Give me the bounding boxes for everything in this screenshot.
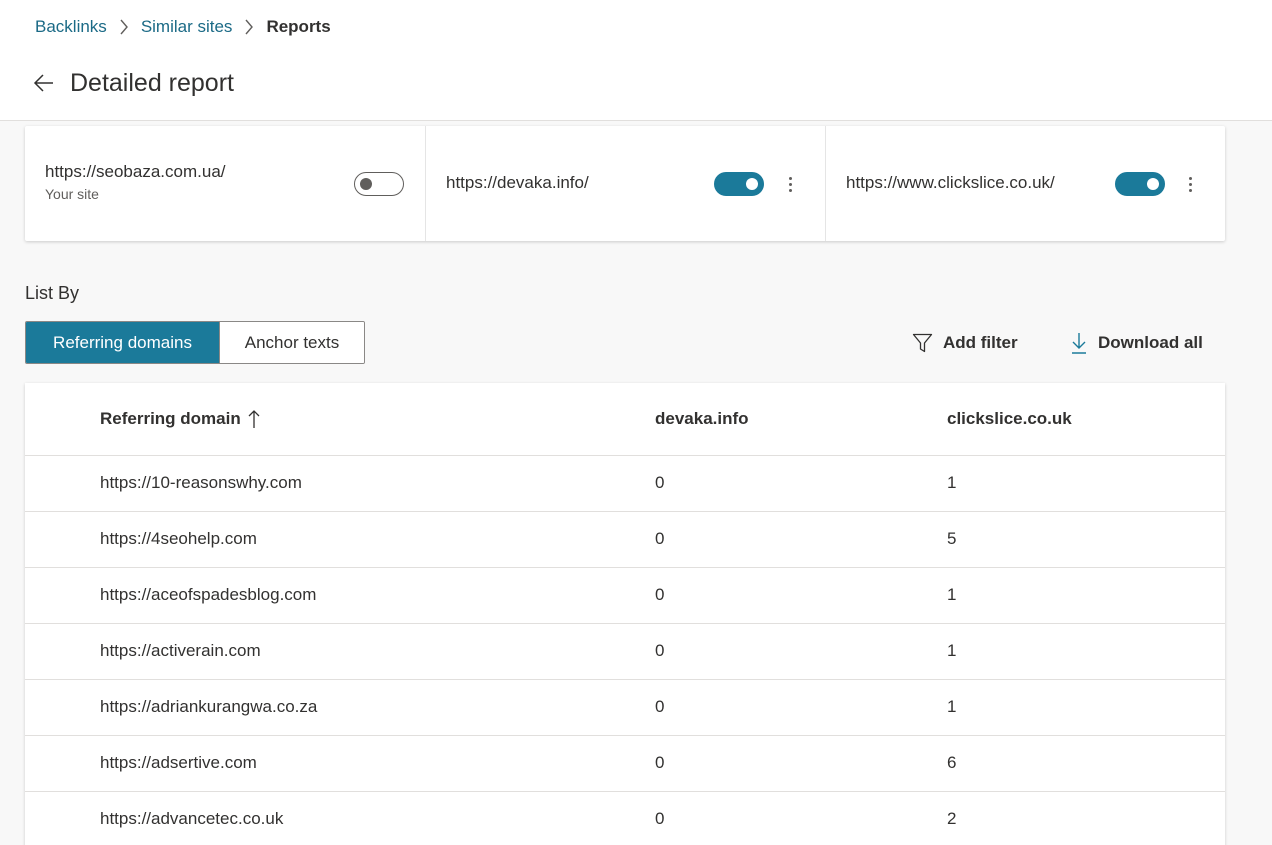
cell-referring-domain: https://activerain.com (100, 641, 261, 660)
sites-comparison-card: https://seobaza.com.ua/ Your site https:… (25, 126, 1225, 241)
site-cell-competitor-2: https://www.clickslice.co.uk/ (825, 126, 1225, 241)
more-vertical-icon[interactable] (1184, 171, 1196, 197)
add-filter-button[interactable]: Add filter (912, 330, 1018, 356)
chevron-right-icon (244, 19, 254, 35)
filter-icon (912, 333, 933, 353)
site-url: https://devaka.info/ (446, 173, 589, 192)
site-url: https://seobaza.com.ua/ (45, 162, 226, 181)
column-header-devaka[interactable]: devaka.info (655, 409, 749, 429)
table-row[interactable]: https://adriankurangwa.co.za 0 1 (25, 680, 1225, 736)
site-cell-competitor-1: https://devaka.info/ (425, 126, 825, 241)
list-by-segmented-control: Referring domains Anchor texts (25, 321, 365, 364)
cell-clickslice-count: 5 (947, 529, 957, 548)
site-toggle[interactable] (1115, 172, 1165, 196)
cell-referring-domain: https://adriankurangwa.co.za (100, 697, 318, 716)
breadcrumb-current: Reports (266, 17, 331, 36)
cell-referring-domain: https://aceofspadesblog.com (100, 585, 317, 604)
download-icon (1070, 332, 1088, 354)
site-cell-own: https://seobaza.com.ua/ Your site (25, 126, 425, 241)
more-vertical-icon[interactable] (784, 171, 796, 197)
cell-clickslice-count: 1 (947, 697, 957, 716)
table-row[interactable]: https://advancetec.co.uk 0 2 (25, 792, 1225, 845)
page-title: Detailed report (70, 68, 234, 97)
toggle-knob (360, 178, 372, 190)
table-row[interactable]: https://4seohelp.com 0 5 (25, 512, 1225, 568)
table-row[interactable]: https://aceofspadesblog.com 0 1 (25, 568, 1225, 624)
table-row[interactable]: https://10-reasonswhy.com 0 1 (25, 456, 1225, 512)
arrow-left-icon[interactable] (33, 72, 55, 94)
breadcrumb: Backlinks Similar sites Reports (35, 16, 331, 38)
cell-clickslice-count: 1 (947, 473, 957, 492)
breadcrumb-link-backlinks[interactable]: Backlinks (35, 17, 107, 37)
table-header: Referring domain devaka.info clickslice.… (25, 383, 1225, 456)
breadcrumb-link-similar-sites[interactable]: Similar sites (141, 17, 233, 37)
cell-devaka-count: 0 (655, 753, 665, 772)
referring-domains-table: Referring domain devaka.info clickslice.… (25, 383, 1225, 845)
site-toggle[interactable] (714, 172, 764, 196)
list-by-label: List By (25, 283, 80, 303)
toggle-knob (746, 178, 758, 190)
cell-clickslice-count: 1 (947, 585, 957, 604)
cell-devaka-count: 0 (655, 697, 665, 716)
site-url: https://www.clickslice.co.uk/ (846, 173, 1055, 192)
toggle-knob (1147, 178, 1159, 190)
column-header-referring-domain[interactable]: Referring domain (100, 409, 260, 429)
table-row[interactable]: https://activerain.com 0 1 (25, 624, 1225, 680)
site-sublabel: Your site (45, 186, 99, 202)
tab-anchor-texts[interactable]: Anchor texts (219, 322, 364, 363)
arrow-up-icon[interactable] (248, 409, 260, 429)
chevron-right-icon (119, 19, 129, 35)
column-header-clickslice[interactable]: clickslice.co.uk (947, 409, 1072, 429)
title-row: Detailed report (33, 66, 234, 100)
download-all-button[interactable]: Download all (1070, 330, 1203, 356)
cell-clickslice-count: 1 (947, 641, 957, 660)
cell-devaka-count: 0 (655, 473, 665, 492)
cell-clickslice-count: 2 (947, 809, 957, 828)
cell-devaka-count: 0 (655, 585, 665, 604)
download-all-label: Download all (1098, 333, 1203, 352)
cell-devaka-count: 0 (655, 641, 665, 660)
table-row[interactable]: https://adsertive.com 0 6 (25, 736, 1225, 792)
page-header: Backlinks Similar sites Reports Detailed… (0, 0, 1272, 121)
site-toggle[interactable] (354, 172, 404, 196)
cell-referring-domain: https://adsertive.com (100, 753, 257, 772)
column-header-label: Referring domain (100, 409, 241, 428)
cell-devaka-count: 0 (655, 529, 665, 548)
cell-devaka-count: 0 (655, 809, 665, 828)
add-filter-label: Add filter (943, 333, 1018, 352)
tab-referring-domains[interactable]: Referring domains (26, 322, 219, 363)
cell-referring-domain: https://advancetec.co.uk (100, 809, 284, 828)
cell-referring-domain: https://4seohelp.com (100, 529, 257, 548)
cell-clickslice-count: 6 (947, 753, 957, 772)
cell-referring-domain: https://10-reasonswhy.com (100, 473, 302, 492)
